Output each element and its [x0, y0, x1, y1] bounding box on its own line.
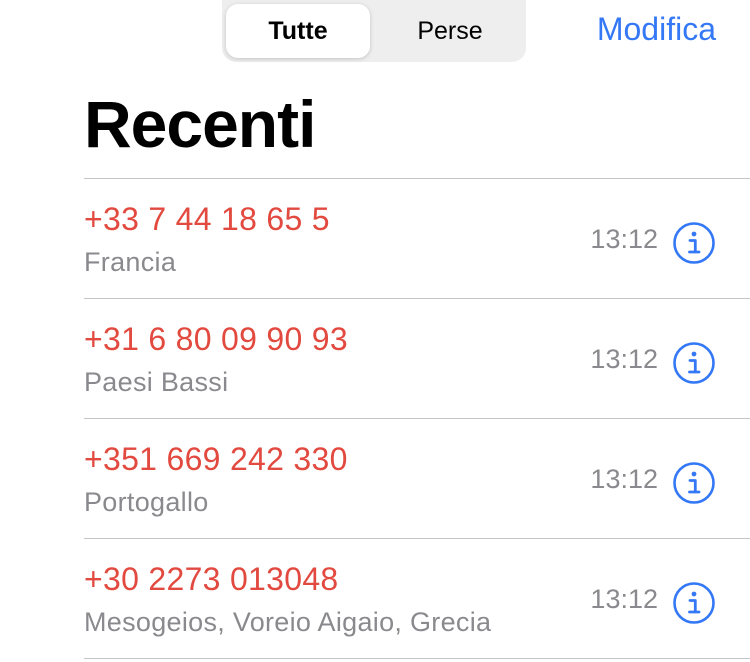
call-row[interactable]: +33 7 44 18 65 5 Francia 13:12: [84, 178, 750, 298]
segmented-control: Tutte Perse: [222, 0, 526, 62]
call-number: +351 669 242 330: [84, 441, 348, 477]
call-location: Mesogeios, Voreio Aigaio, Grecia: [84, 607, 492, 637]
call-location: Francia: [84, 247, 177, 277]
info-circle-icon[interactable]: [672, 461, 716, 505]
page-title: Recenti: [84, 87, 316, 161]
call-time: 13:12: [590, 344, 658, 374]
info-circle-icon[interactable]: [672, 341, 716, 385]
call-row[interactable]: +351 669 242 330 Portogallo 13:12: [84, 418, 750, 538]
call-number: +30 2273 013048: [84, 561, 339, 597]
segment-all[interactable]: Tutte: [226, 4, 370, 58]
call-number: +31 6 80 09 90 93: [84, 321, 349, 357]
call-location: Paesi Bassi: [84, 367, 229, 397]
call-time: 13:12: [590, 464, 658, 494]
info-circle-icon[interactable]: [672, 581, 716, 625]
call-row[interactable]: +31 6 80 09 90 93 Paesi Bassi 13:12: [84, 298, 750, 418]
call-time: 13:12: [590, 224, 658, 254]
recents-list: +33 7 44 18 65 5 Francia 13:12 +31 6 80 …: [84, 178, 750, 659]
edit-button[interactable]: Modifica: [597, 11, 716, 48]
info-circle-icon[interactable]: [672, 221, 716, 265]
call-location: Portogallo: [84, 487, 209, 517]
call-number: +33 7 44 18 65 5: [84, 201, 330, 237]
segment-missed[interactable]: Perse: [378, 4, 522, 58]
call-row[interactable]: +30 2273 013048 Mesogeios, Voreio Aigaio…: [84, 538, 750, 659]
call-time: 13:12: [590, 584, 658, 614]
